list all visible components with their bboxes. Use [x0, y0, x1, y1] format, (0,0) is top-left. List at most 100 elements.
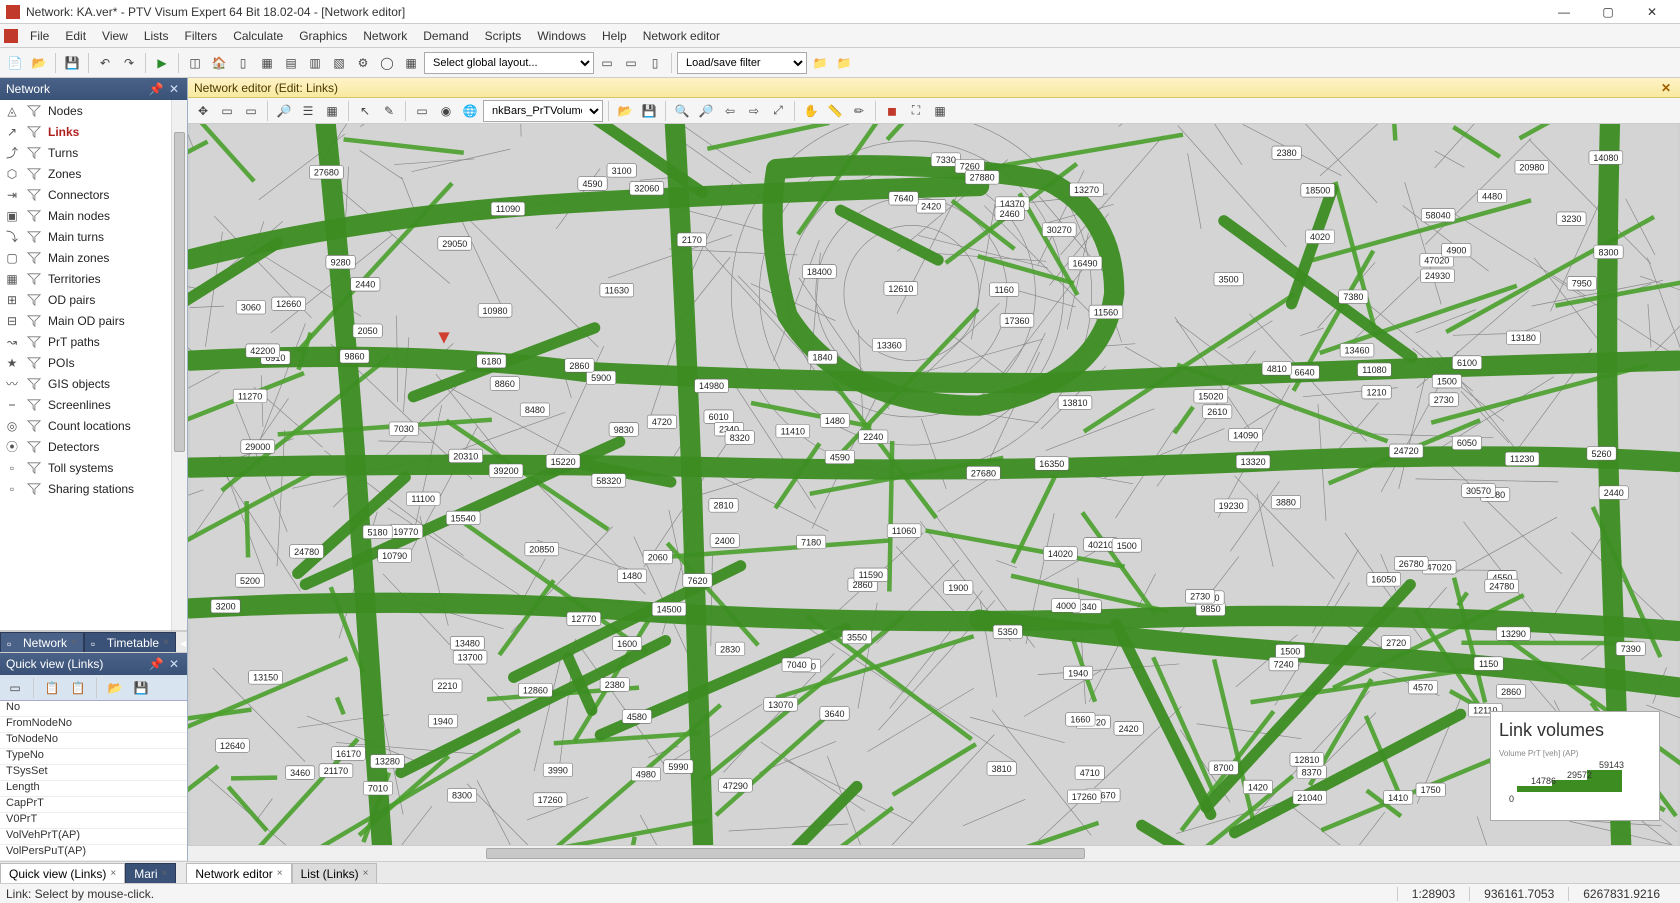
- redo-button[interactable]: ↷: [118, 52, 140, 74]
- network-item-main-zones[interactable]: ▢ Main zones: [0, 247, 187, 268]
- zoom-out-icon[interactable]: 🔎: [695, 100, 717, 122]
- binoculars-icon[interactable]: 🔎: [273, 100, 295, 122]
- filter-icon[interactable]: [26, 439, 42, 455]
- qv-open-icon[interactable]: 📂: [104, 677, 126, 699]
- load-save-filter-select[interactable]: Load/save filter: [677, 52, 807, 74]
- qv-paste-icon[interactable]: 📋: [67, 677, 89, 699]
- quickview-field[interactable]: Length: [0, 781, 187, 797]
- quickview-field[interactable]: CapPrT: [0, 797, 187, 813]
- filter-icon[interactable]: [26, 355, 42, 371]
- left-tab-network[interactable]: ▫Network×: [0, 632, 84, 652]
- quickview-field[interactable]: ToNodeNo: [0, 733, 187, 749]
- arrow-mode-icon[interactable]: ↖: [354, 100, 376, 122]
- network-item-territories[interactable]: ▦ Territories: [0, 268, 187, 289]
- quickview-field[interactable]: VolPersPuT(AP): [0, 845, 187, 861]
- grid-icon[interactable]: ▦: [321, 100, 343, 122]
- panel-close-icon[interactable]: ✕: [167, 82, 181, 96]
- network-panel-header[interactable]: Network 📌 ✕: [0, 78, 187, 100]
- filter-icon[interactable]: [26, 103, 42, 119]
- filter-icon[interactable]: [26, 481, 42, 497]
- gp-open-icon[interactable]: 📂: [614, 100, 636, 122]
- filter-icon[interactable]: [26, 145, 42, 161]
- close-button[interactable]: ✕: [1630, 1, 1674, 23]
- network-item-toll-systems[interactable]: ▫ Toll systems: [0, 457, 187, 478]
- undo-button[interactable]: ↶: [94, 52, 116, 74]
- menu-demand[interactable]: Demand: [415, 26, 476, 46]
- zoom-in-icon[interactable]: 🔍: [671, 100, 693, 122]
- new-file-button[interactable]: 📄: [4, 52, 26, 74]
- network-item-turns[interactable]: ⤴ Turns: [0, 142, 187, 163]
- network-item-main-od-pairs[interactable]: ⊟ Main OD pairs: [0, 310, 187, 331]
- panel-close-icon[interactable]: ✕: [167, 657, 181, 671]
- save-button[interactable]: 💾: [61, 52, 83, 74]
- minimize-button[interactable]: —: [1542, 1, 1586, 23]
- list-icon[interactable]: ☰: [297, 100, 319, 122]
- scrollbar-horizontal[interactable]: [188, 845, 1680, 861]
- network-item-count-locations[interactable]: ◎ Count locations: [0, 415, 187, 436]
- refresh-icon[interactable]: ▦: [929, 100, 951, 122]
- pointer-icon[interactable]: ▭: [216, 100, 238, 122]
- filter-icon[interactable]: [26, 460, 42, 476]
- pin-icon[interactable]: 📌: [149, 657, 163, 671]
- filter-icon[interactable]: [26, 397, 42, 413]
- globe-icon[interactable]: 🌐: [459, 100, 481, 122]
- filter-icon[interactable]: [26, 376, 42, 392]
- pencil-icon[interactable]: ✏: [848, 100, 870, 122]
- menu-graphics[interactable]: Graphics: [291, 26, 355, 46]
- menu-help[interactable]: Help: [594, 26, 635, 46]
- filter-icon[interactable]: [26, 313, 42, 329]
- tab-close-icon[interactable]: ×: [162, 868, 168, 879]
- pin-icon[interactable]: 📌: [149, 82, 163, 96]
- filter-icon[interactable]: [26, 334, 42, 350]
- network-item-gis-objects[interactable]: 〰 GIS objects: [0, 373, 187, 394]
- network-item-screenlines[interactable]: ⎯ Screenlines: [0, 394, 187, 415]
- edit-mode-icon[interactable]: ✎: [378, 100, 400, 122]
- home-icon[interactable]: 🏠: [208, 52, 230, 74]
- network-item-connectors[interactable]: ⇥ Connectors: [0, 184, 187, 205]
- network-item-zones[interactable]: ⬡ Zones: [0, 163, 187, 184]
- network-item-main-turns[interactable]: ⤵ Main turns: [0, 226, 187, 247]
- record-icon[interactable]: ◼: [881, 100, 903, 122]
- open-file-button[interactable]: 📂: [28, 52, 50, 74]
- bottom-tab-list-links-[interactable]: List (Links)×: [292, 863, 378, 883]
- app-menu-icon[interactable]: [4, 29, 18, 43]
- tab-close-icon[interactable]: ×: [277, 868, 283, 879]
- graphic-param-select[interactable]: nkBars_PrTVolume: [483, 100, 603, 122]
- network-item-prt-paths[interactable]: ↝ PrT paths: [0, 331, 187, 352]
- zoom-prev-icon[interactable]: ⇦: [719, 100, 741, 122]
- menu-scripts[interactable]: Scripts: [477, 26, 530, 46]
- menu-lists[interactable]: Lists: [136, 26, 177, 46]
- filter-icon[interactable]: [26, 271, 42, 287]
- filter-save-icon[interactable]: 📁: [833, 52, 855, 74]
- filter-icon[interactable]: [26, 166, 42, 182]
- scrollbar-vertical[interactable]: [171, 100, 187, 630]
- network-item-detectors[interactable]: ⦿ Detectors: [0, 436, 187, 457]
- tool-f-icon[interactable]: ⚙: [352, 52, 374, 74]
- network-item-main-nodes[interactable]: ▣ Main nodes: [0, 205, 187, 226]
- quickview-field[interactable]: TSysSet: [0, 765, 187, 781]
- gp-save-icon[interactable]: 💾: [638, 100, 660, 122]
- tab-close-icon[interactable]: ×: [163, 637, 169, 648]
- layout-c-icon[interactable]: ▯: [644, 52, 666, 74]
- pan-icon[interactable]: ✥: [192, 100, 214, 122]
- menu-network[interactable]: Network: [355, 26, 415, 46]
- zoom-next-icon[interactable]: ⇨: [743, 100, 765, 122]
- menu-edit[interactable]: Edit: [57, 26, 94, 46]
- filter-icon[interactable]: [26, 187, 42, 203]
- network-item-pois[interactable]: ★ POIs: [0, 352, 187, 373]
- full-extent-icon[interactable]: ⛶: [905, 100, 927, 122]
- tool-g-icon[interactable]: ◯: [376, 52, 398, 74]
- bottom-tab-quick-view-links-[interactable]: Quick view (Links)×: [0, 863, 125, 883]
- bottom-tab-mari[interactable]: Mari×: [125, 863, 176, 883]
- qv-save-icon[interactable]: 💾: [130, 677, 152, 699]
- tool-h-icon[interactable]: ▦: [400, 52, 422, 74]
- layer-a-icon[interactable]: ▭: [411, 100, 433, 122]
- quickview-field[interactable]: FromNodeNo: [0, 717, 187, 733]
- filter-open-icon[interactable]: 📁: [809, 52, 831, 74]
- tab-close-icon[interactable]: ×: [110, 868, 116, 879]
- tool-e-icon[interactable]: ▧: [328, 52, 350, 74]
- quickview-field[interactable]: V0PrT: [0, 813, 187, 829]
- zoom-extent-icon[interactable]: ⤢: [767, 100, 789, 122]
- filter-icon[interactable]: [26, 208, 42, 224]
- network-item-nodes[interactable]: ◬ Nodes: [0, 100, 187, 121]
